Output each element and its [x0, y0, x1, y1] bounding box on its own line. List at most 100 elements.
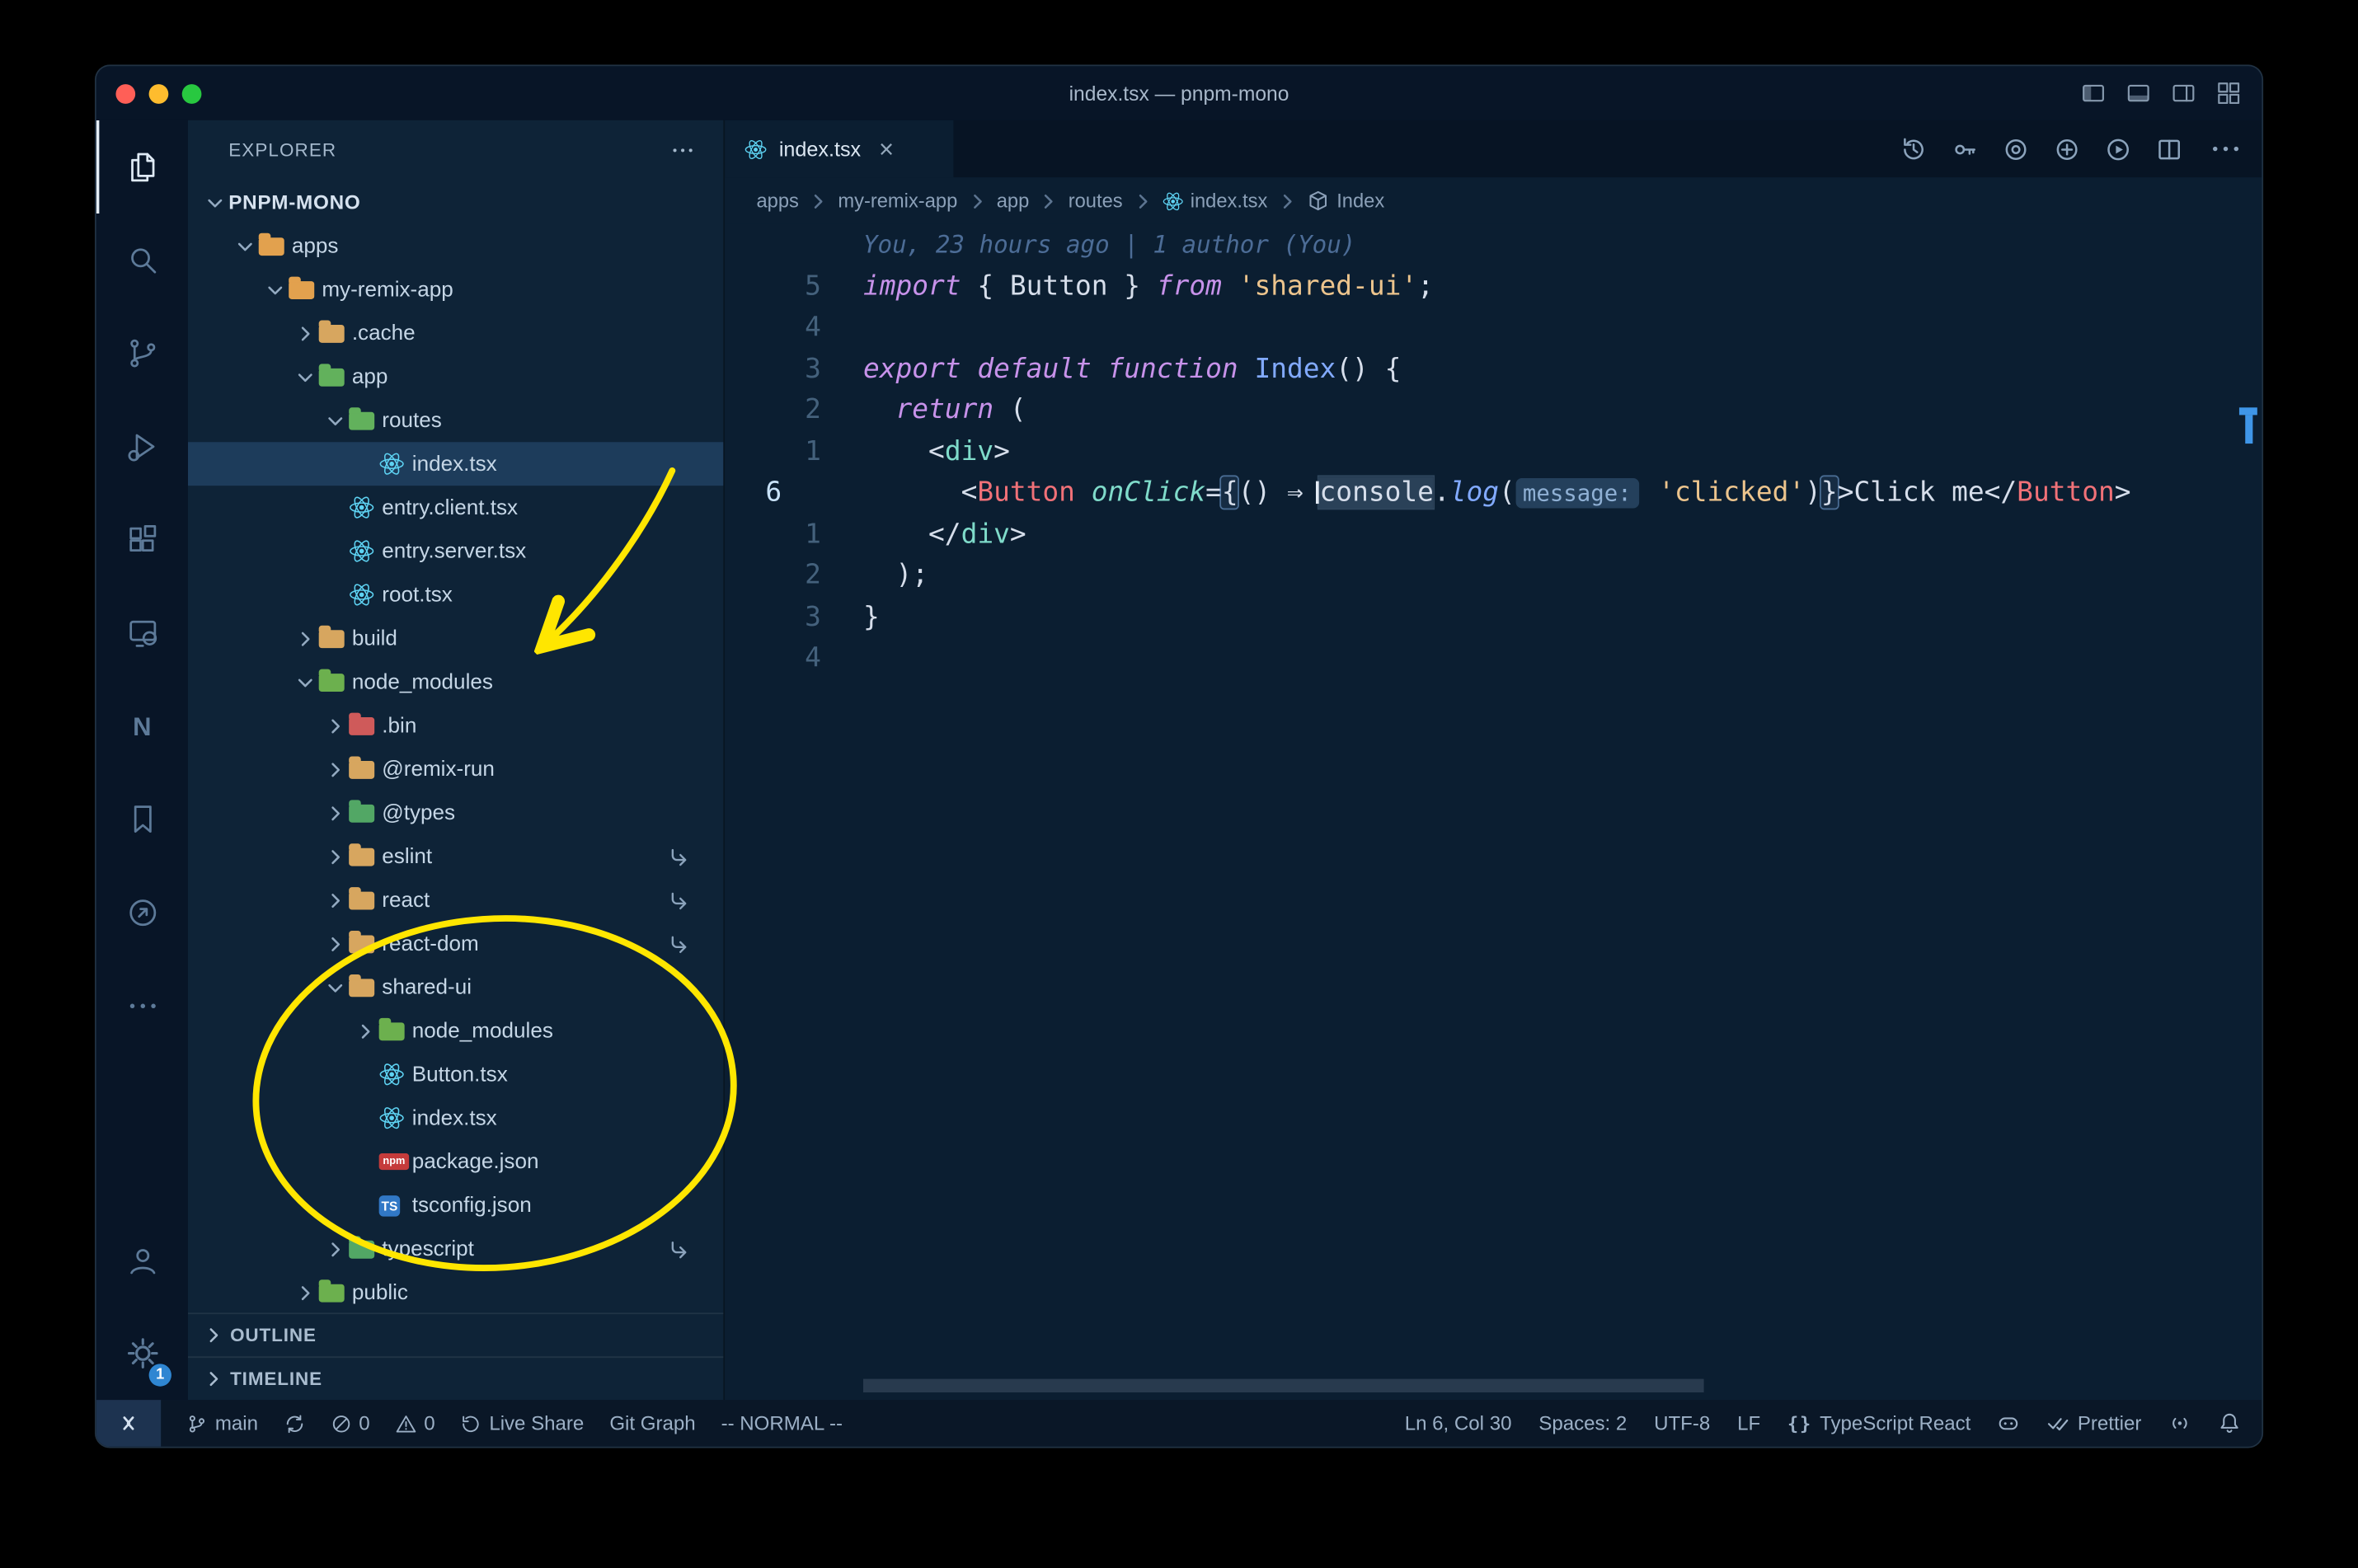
copilot-icon[interactable]	[1998, 1400, 2020, 1447]
code-line[interactable]: 1 <div>	[725, 431, 2241, 472]
chevron-down-icon[interactable]	[290, 366, 319, 387]
code-line[interactable]: 1 </div>	[725, 514, 2241, 555]
live-preview-icon[interactable]	[96, 586, 188, 679]
chevron-right-icon[interactable]	[321, 1238, 350, 1260]
broadcast-icon[interactable]	[2168, 1400, 2191, 1447]
live-share-item[interactable]: Live Share	[461, 1400, 584, 1447]
code-line[interactable]: 4	[725, 307, 2241, 348]
tree-item-react-dom[interactable]: react-dom	[188, 922, 723, 965]
tree-item-pnpm-mono[interactable]: PNPM-MONO	[188, 181, 723, 224]
check-double-item[interactable]: Prettier	[2047, 1400, 2141, 1447]
zoom-button[interactable]	[181, 83, 202, 103]
chevron-down-icon[interactable]	[261, 279, 289, 300]
open-changes-icon[interactable]	[2055, 136, 2080, 162]
tree-item-eslint[interactable]: eslint	[188, 834, 723, 878]
code-line[interactable]: 3 export default function Index() {	[725, 348, 2241, 389]
account-icon[interactable]	[96, 1214, 188, 1307]
chevron-right-icon[interactable]	[321, 846, 350, 867]
more-icon[interactable]	[2208, 131, 2244, 167]
section-timeline[interactable]: TIMELINE	[188, 1356, 724, 1400]
explorer-more-actions-icon[interactable]	[669, 137, 697, 164]
bookmarks-icon[interactable]	[96, 773, 188, 866]
tree-item-app[interactable]: app	[188, 354, 723, 398]
status-item-git-graph[interactable]: Git Graph	[609, 1400, 695, 1447]
tree-item-shared-ui[interactable]: shared-ui	[188, 965, 723, 1009]
layout-secondary-sidebar-icon[interactable]	[2172, 81, 2196, 105]
tree-item-typescript[interactable]: typescript	[188, 1227, 723, 1270]
chevron-right-icon[interactable]	[290, 322, 319, 344]
chevron-right-icon[interactable]	[321, 802, 350, 824]
run-debug-icon[interactable]	[96, 400, 188, 493]
status-item-normal[interactable]: -- NORMAL --	[721, 1400, 843, 1447]
horizontal-scrollbar[interactable]	[862, 1378, 1704, 1393]
split-editor-icon[interactable]	[2157, 136, 2182, 162]
tree-item-routes[interactable]: routes	[188, 398, 723, 442]
files-icon[interactable]	[96, 120, 188, 214]
tree-item-types[interactable]: @types	[188, 791, 723, 834]
section-outline[interactable]: OUTLINE	[188, 1312, 724, 1356]
bell-icon[interactable]	[2218, 1400, 2240, 1447]
breadcrumb-app[interactable]: app	[997, 190, 1030, 212]
tree-item-package-json[interactable]: npm package.json	[188, 1140, 723, 1184]
tree-item-cache[interactable]: .cache	[188, 312, 723, 355]
more-icon[interactable]	[96, 960, 188, 1053]
chevron-down-icon[interactable]	[230, 235, 259, 256]
code-line[interactable]: 3}	[725, 596, 2241, 637]
tree-item-entry-client-tsx[interactable]: entry.client.tsx	[188, 486, 723, 529]
minimize-button[interactable]	[148, 83, 169, 103]
tree-item-tsconfig-json[interactable]: TS tsconfig.json	[188, 1183, 723, 1227]
tree-item-my-remix-app[interactable]: my-remix-app	[188, 268, 723, 312]
remote-icon[interactable]	[96, 1400, 162, 1447]
breadcrumb-routes[interactable]: routes	[1069, 190, 1123, 212]
code-line[interactable]: 2 return (	[725, 389, 2241, 430]
breadcrumb-my-remix-app[interactable]: my-remix-app	[838, 190, 957, 212]
branch-item[interactable]: main	[186, 1400, 258, 1447]
tree-item-entry-server-tsx[interactable]: entry.server.tsx	[188, 529, 723, 573]
search-icon[interactable]	[96, 214, 188, 307]
status-item-ln-6-col-30[interactable]: Ln 6, Col 30	[1405, 1400, 1512, 1447]
tree-item-public[interactable]: public	[188, 1270, 723, 1312]
chevron-right-icon[interactable]	[350, 1021, 379, 1042]
tree-item-root-tsx[interactable]: root.tsx	[188, 573, 723, 617]
gitlens-icon[interactable]	[1952, 136, 1978, 162]
nx-console-icon[interactable]: N	[96, 679, 188, 772]
layout-panel-icon[interactable]	[2126, 81, 2150, 105]
chevron-right-icon[interactable]	[290, 1282, 319, 1303]
code-line[interactable]: 6 <Button onClick={() ⇒ console.log(mess…	[725, 472, 2241, 514]
breadcrumb-index-tsx[interactable]: index.tsx	[1162, 190, 1267, 212]
chevron-right-icon[interactable]	[290, 628, 319, 650]
layout-sidebar-icon[interactable]	[2081, 81, 2105, 105]
tree-item-build[interactable]: build	[188, 617, 723, 660]
chevron-right-icon[interactable]	[321, 890, 350, 911]
close-tab-icon[interactable]: ×	[879, 136, 894, 162]
layout-grid-icon[interactable]	[2217, 81, 2241, 105]
code-line[interactable]: 4	[725, 637, 2241, 678]
code-runner-icon[interactable]	[96, 866, 188, 960]
tree-item-react[interactable]: react	[188, 878, 723, 922]
chevron-right-icon[interactable]	[321, 933, 350, 955]
close-button[interactable]	[115, 83, 136, 103]
warnings-item[interactable]: 0	[396, 1400, 435, 1447]
vertical-scrollbar-thumb[interactable]	[2245, 415, 2253, 444]
tree-item-remix-run[interactable]: @remix-run	[188, 748, 723, 791]
status-item-spaces-2[interactable]: Spaces: 2	[1538, 1400, 1627, 1447]
braces-item[interactable]: {} TypeScript React	[1787, 1400, 1970, 1447]
code-area[interactable]: You, 23 hours ago | 1 author (You) 5 impor…	[725, 224, 2241, 1400]
code-line[interactable]: 2 );	[725, 555, 2241, 596]
chevron-down-icon[interactable]	[321, 410, 350, 431]
chevron-down-icon[interactable]	[290, 671, 319, 692]
settings-icon[interactable]: 1	[96, 1307, 188, 1400]
status-item-utf-8[interactable]: UTF-8	[1654, 1400, 1710, 1447]
status-item-lf[interactable]: LF	[1737, 1400, 1760, 1447]
run-icon[interactable]	[2106, 136, 2131, 162]
breadcrumb-index[interactable]: Index	[1307, 190, 1384, 212]
history-icon[interactable]	[1901, 136, 1927, 162]
code-line[interactable]: 5 import { Button } from 'shared-ui';	[725, 265, 2241, 307]
extensions-icon[interactable]	[96, 493, 188, 586]
chevron-down-icon[interactable]	[321, 977, 350, 998]
tree-item-apps[interactable]: apps	[188, 224, 723, 268]
tree-item-button-tsx[interactable]: Button.tsx	[188, 1053, 723, 1096]
tree-item-node-modules[interactable]: node_modules	[188, 1009, 723, 1053]
chevron-right-icon[interactable]	[321, 715, 350, 736]
source-control-icon[interactable]	[96, 307, 188, 400]
